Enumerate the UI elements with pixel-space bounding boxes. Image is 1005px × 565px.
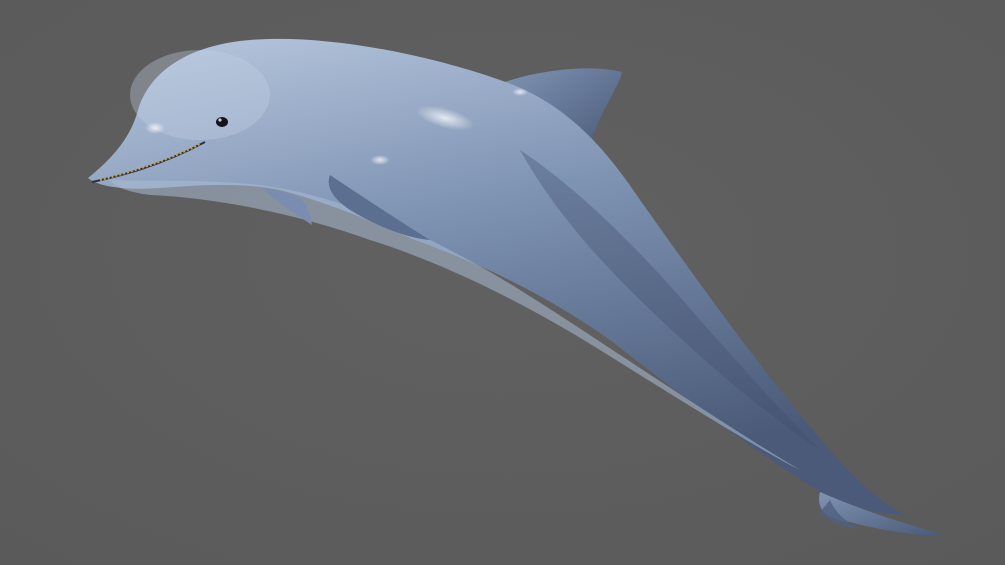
dolphin-render xyxy=(0,0,1005,565)
fin-highlight xyxy=(512,88,528,96)
head-highlight xyxy=(145,122,165,134)
eye xyxy=(216,117,228,127)
side-highlight xyxy=(370,155,390,165)
render-viewport xyxy=(0,0,1005,565)
eye-highlight xyxy=(218,118,222,122)
